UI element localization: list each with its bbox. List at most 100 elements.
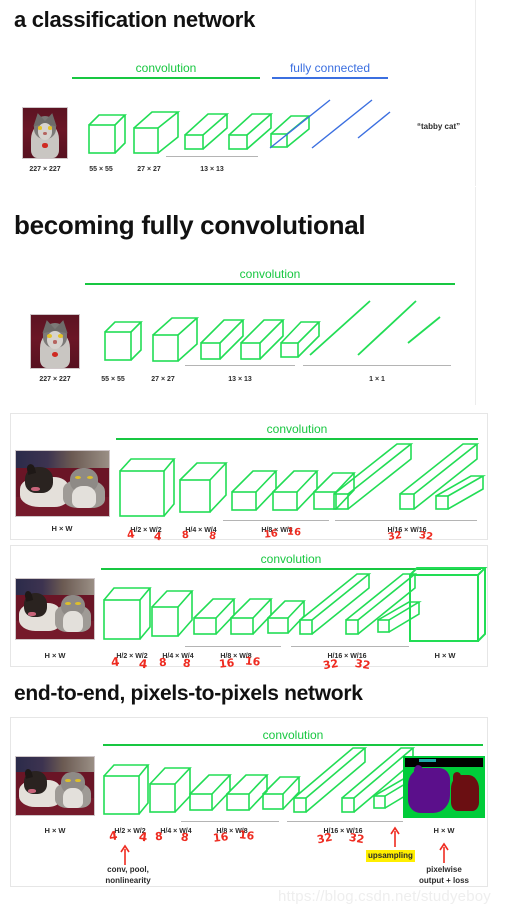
input-image-cat (22, 107, 68, 159)
slide-deck-image: a classification network convolution ful… (0, 0, 506, 915)
dim-label-input: 227 × 227 (39, 376, 71, 383)
feature-volume-h2 (103, 763, 150, 817)
red-annotation-8: 32 (347, 830, 366, 847)
feature-volume-h4 (151, 590, 194, 638)
one-by-one-lines (309, 300, 441, 356)
stage-rule (72, 77, 260, 79)
dim-label-input: H × W (44, 651, 66, 660)
red-annotation-4: 8 (208, 530, 217, 543)
annotation-upsampling: upsampling (366, 850, 415, 862)
group-rule-h16 (287, 821, 403, 822)
stage-label-convolution: convolution (103, 728, 483, 746)
fully-connected-lines (269, 99, 391, 149)
output-label-tabby-cat: “tabby cat” (417, 122, 461, 131)
red-annotation-7: 32 (315, 830, 334, 847)
dim-label-27: 27 × 27 (151, 376, 175, 383)
feature-volume-h4 (149, 767, 192, 815)
dim-label-h2: H/2 × W/2 (130, 527, 162, 534)
dim-label-h4: H/4 × W/4 (185, 527, 217, 534)
dim-label-input: H × W (51, 524, 73, 533)
feature-volume-h8-b (230, 598, 273, 636)
group-rule-1x1 (303, 365, 451, 366)
input-image-cat (30, 314, 80, 369)
group-rule-13x13 (166, 156, 258, 157)
stage-label-fully-connected: fully connected (272, 61, 388, 79)
arrow-up-icon-upsampling (390, 826, 400, 847)
red-annotation-1: 4 (108, 828, 119, 844)
slide-panel-end-to-end: end-to-end, pixels-to-pixels network con… (0, 672, 506, 915)
annotation-conv-pool-nonlinearity: conv, pool, nonlinearity (73, 864, 183, 886)
arrow-up-icon-pixelwise (439, 842, 449, 863)
red-annotation-4: 8 (180, 830, 190, 845)
arrow-up-icon-conv-pool (120, 844, 130, 865)
stage-text: convolution (135, 61, 197, 75)
dim-label-27: 27 × 27 (137, 166, 161, 173)
red-annotation-1: 4 (126, 527, 136, 542)
dim-label-55: 55 × 55 (89, 166, 113, 173)
feature-volume-h4 (179, 462, 228, 514)
feature-bar-h16-c (435, 474, 487, 512)
red-annotation-6: 16 (286, 526, 302, 539)
stage-text: convolution (262, 728, 324, 742)
annotation-pixelwise-output-loss: pixelwise output + loss (389, 864, 499, 886)
feature-volume-h8-b (272, 470, 319, 512)
annotation-line-2: nonlinearity (105, 876, 151, 885)
feature-volume-27 (152, 317, 200, 363)
red-annotation-5: 16 (212, 830, 230, 845)
page-title-end-to-end: end-to-end, pixels-to-pixels network (14, 682, 363, 705)
red-annotation-7: 32 (321, 656, 340, 673)
red-annotation-5: 16 (263, 528, 279, 541)
group-rule-h8 (223, 520, 329, 521)
feature-volume-h8-a (189, 774, 232, 812)
group-rule-h8 (185, 646, 281, 647)
page-title-becoming-fully-convolutional: becoming fully convolutional (14, 210, 366, 240)
dim-label-h4: H/4 × W/4 (162, 653, 194, 660)
input-image-dog-and-cat (15, 450, 110, 517)
end-to-end-diagram-frame: convolution H × W H/2 × W/2 H/4 × W/4 H/… (10, 717, 488, 887)
group-rule-13x13 (185, 365, 295, 366)
feature-volume-h2 (119, 457, 176, 519)
red-annotation-7: 32 (387, 529, 403, 544)
stage-label-convolution: convolution (116, 422, 478, 440)
feature-volume-13-b (240, 319, 285, 361)
dim-label-13: 13 × 13 (228, 376, 252, 383)
input-image-dog-and-cat (15, 756, 95, 816)
feature-volume-55 (104, 320, 143, 362)
stage-text: convolution (239, 267, 301, 281)
feature-volume-27 (133, 111, 181, 155)
red-annotation-5: 16 (218, 656, 235, 671)
red-annotation-3: 8 (181, 529, 190, 542)
group-rule-h16 (335, 520, 477, 521)
slide-panel-fcn-dense-a: convolution H × W H/2 × W/2 H/4 × W/4 H/… (10, 413, 488, 544)
red-annotation-8: 32 (418, 530, 434, 543)
red-annotation-2: 4 (138, 829, 149, 845)
stage-label-convolution: convolution (85, 267, 455, 285)
dim-label-output: H × W (433, 826, 455, 835)
stage-text: convolution (266, 422, 328, 436)
red-annotation-1: 4 (110, 654, 121, 670)
dim-label-55: 55 × 55 (101, 376, 125, 383)
feature-volume-h2 (103, 586, 152, 642)
annotation-line-2: output + loss (419, 876, 469, 885)
feature-volume-13-a (200, 319, 245, 361)
dim-label-1x1: 1 × 1 (369, 376, 385, 383)
stage-text: fully connected (289, 61, 371, 75)
page-title-classification: a classification network (14, 7, 255, 32)
red-annotation-8: 32 (354, 656, 372, 673)
stage-label-convolution: convolution (72, 61, 260, 79)
watermark-csdn: https://blog.csdn.net/studyeboy (278, 888, 491, 905)
feature-volume-h8-a (231, 470, 278, 512)
feature-volume-h8-a (193, 598, 236, 636)
red-annotation-6: 16 (238, 828, 255, 843)
group-rule-h8 (181, 821, 279, 822)
annotation-line-1: conv, pool, (107, 865, 149, 874)
stage-rule (116, 438, 478, 440)
red-annotation-3: 8 (158, 655, 168, 670)
slide-panel-becoming-fully-convolutional: becoming fully convolutional convolution (0, 187, 476, 405)
stage-rule (85, 283, 455, 285)
dim-label-13: 13 × 13 (200, 166, 224, 173)
output-volume-hw (409, 566, 488, 648)
slide-panel-classification: a classification network convolution ful… (0, 0, 476, 186)
slide-panel-fcn-dense-b: convolution H × W H/2 × W/2 H/4 × W/4 H/… (10, 545, 488, 672)
dim-label-output: H × W (434, 651, 456, 660)
